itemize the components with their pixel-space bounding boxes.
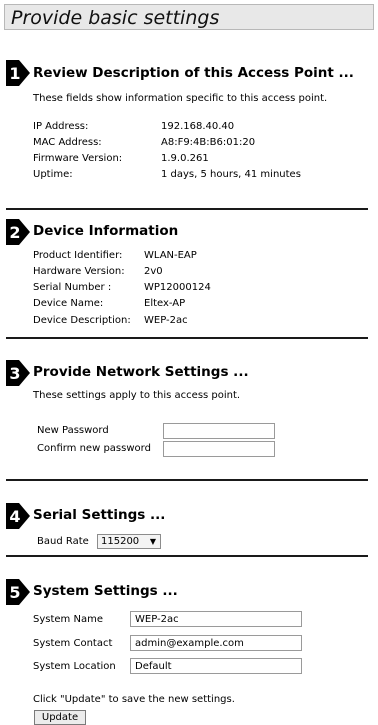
product-identifier-label: Product Identifier: bbox=[33, 250, 123, 261]
serial-number-value: WP12000124 bbox=[144, 282, 211, 293]
section-description-network: These settings apply to this access poin… bbox=[33, 390, 241, 401]
section-divider bbox=[6, 555, 368, 557]
section-heading-review: Review Description of this Access Point … bbox=[33, 65, 354, 81]
step-3-number: 3 bbox=[9, 364, 20, 383]
new-password-label: New Password bbox=[37, 425, 109, 436]
step-2-icon: 2 bbox=[6, 219, 30, 245]
section-heading-device-info: Device Information bbox=[33, 223, 179, 239]
chevron-down-icon: ▼ bbox=[149, 537, 156, 546]
step-4-number: 4 bbox=[9, 507, 20, 526]
section-divider bbox=[6, 337, 368, 339]
step-1-number: 1 bbox=[9, 64, 20, 83]
device-description-value: WEP-2ac bbox=[144, 315, 188, 326]
step-5-number: 5 bbox=[9, 583, 20, 602]
uptime-value: 1 days, 5 hours, 41 minutes bbox=[161, 169, 301, 180]
device-description-label: Device Description: bbox=[33, 315, 131, 326]
new-password-input[interactable] bbox=[163, 423, 275, 439]
step-3-icon: 3 bbox=[6, 360, 30, 386]
device-name-value: Eltex-AP bbox=[144, 298, 186, 309]
update-hint: Click "Update" to save the new settings. bbox=[33, 694, 235, 705]
serial-number-label: Serial Number : bbox=[33, 282, 112, 293]
step-2-number: 2 bbox=[9, 223, 20, 242]
section-description-review: These fields show information specific t… bbox=[33, 93, 328, 104]
hardware-version-label: Hardware Version: bbox=[33, 266, 125, 277]
system-location-input[interactable] bbox=[130, 658, 302, 674]
system-location-label: System Location bbox=[33, 661, 116, 672]
firmware-version-value: 1.9.0.261 bbox=[161, 153, 209, 164]
step-1-icon: 1 bbox=[6, 60, 30, 86]
uptime-label: Uptime: bbox=[33, 169, 73, 180]
update-button[interactable]: Update bbox=[34, 710, 86, 725]
firmware-version-label: Firmware Version: bbox=[33, 153, 123, 164]
baud-rate-label: Baud Rate bbox=[37, 536, 89, 547]
confirm-password-label: Confirm new password bbox=[37, 443, 151, 454]
system-name-label: System Name bbox=[33, 614, 103, 625]
product-identifier-value: WLAN-EAP bbox=[144, 250, 197, 261]
section-heading-serial: Serial Settings ... bbox=[33, 507, 166, 523]
mac-address-value: A8:F9:4B:B6:01:20 bbox=[161, 137, 256, 148]
confirm-password-input[interactable] bbox=[163, 441, 275, 457]
system-name-input[interactable] bbox=[130, 611, 302, 627]
ip-address-label: IP Address: bbox=[33, 121, 89, 132]
section-divider bbox=[6, 479, 368, 481]
page-title-bar: Provide basic settings bbox=[4, 4, 374, 30]
page-title: Provide basic settings bbox=[11, 7, 220, 29]
section-heading-system: System Settings ... bbox=[33, 583, 178, 599]
step-4-icon: 4 bbox=[6, 503, 30, 529]
system-contact-input[interactable] bbox=[130, 635, 302, 651]
step-5-icon: 5 bbox=[6, 579, 30, 605]
system-contact-label: System Contact bbox=[33, 638, 113, 649]
device-name-label: Device Name: bbox=[33, 298, 104, 309]
baud-rate-select[interactable]: 115200 ▼ bbox=[97, 534, 161, 549]
section-divider bbox=[6, 208, 368, 210]
baud-rate-value: 115200 bbox=[101, 536, 140, 547]
hardware-version-value: 2v0 bbox=[144, 266, 163, 277]
ip-address-value: 192.168.40.40 bbox=[161, 121, 235, 132]
mac-address-label: MAC Address: bbox=[33, 137, 102, 148]
section-heading-network: Provide Network Settings ... bbox=[33, 364, 249, 380]
